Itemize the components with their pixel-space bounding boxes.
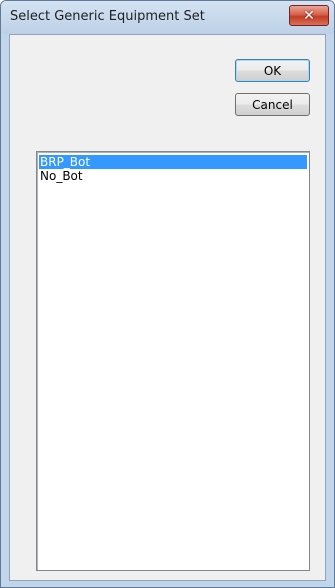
- cancel-button[interactable]: Cancel: [235, 93, 310, 116]
- close-icon: ✕: [303, 7, 315, 24]
- window-title: Select Generic Equipment Set: [10, 9, 205, 24]
- ok-button-label: OK: [263, 63, 282, 78]
- dialog-window: Select Generic Equipment Set ✕ OK Cancel…: [0, 0, 335, 588]
- title-bar[interactable]: Select Generic Equipment Set ✕: [1, 1, 334, 34]
- equipment-set-list[interactable]: BRP_Bot No_Bot: [36, 151, 310, 571]
- close-button[interactable]: ✕: [289, 5, 329, 26]
- list-item-no-bot[interactable]: No_Bot: [39, 169, 307, 183]
- cancel-button-label: Cancel: [252, 97, 293, 112]
- list-item-brp-bot[interactable]: BRP_Bot: [39, 155, 307, 169]
- dialog-body: OK Cancel BRP_Bot No_Bot: [9, 34, 326, 581]
- ok-button[interactable]: OK: [235, 59, 310, 82]
